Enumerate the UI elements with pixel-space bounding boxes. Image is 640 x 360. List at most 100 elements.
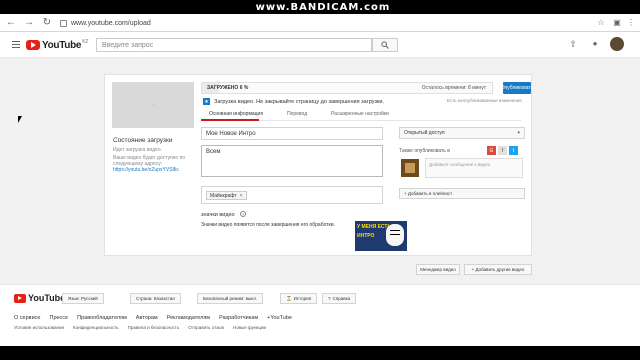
share-label: Также опубликовать в	[399, 148, 450, 154]
upload-notice: Загрузка видео. Не закрывайте страницу д…	[214, 99, 384, 105]
tag-remove-icon[interactable]: ×	[240, 193, 243, 199]
tab-basic-info[interactable]: Основная информация	[209, 111, 263, 117]
language-label: Язык: Русский	[68, 296, 98, 301]
publish-button[interactable]: Опубликовать	[501, 82, 533, 94]
extension-icon[interactable]: ▣	[612, 17, 622, 27]
custom-thumbnail[interactable]: У МЕНЯ ЕСТЬ ИНТРО	[355, 221, 407, 251]
upload-remaining-time: Осталось времени: 8 минут	[421, 85, 486, 91]
footer-link[interactable]: +YouTube	[267, 315, 292, 321]
tab-translation[interactable]: Перевод	[287, 111, 307, 117]
browser-window: ← → ↻ www.youtube.com/upload ☆ ▣ ⋮ YouTu…	[0, 14, 640, 346]
footer-link[interactable]: Новые функции	[233, 325, 266, 330]
footer-link[interactable]: Авторам	[136, 315, 158, 321]
video-icons-note: Значки видео появятся после завершения е…	[201, 222, 335, 228]
twitter-share-icon[interactable]: t	[509, 146, 518, 155]
upload-status-link-block: Ваше видео будет доступно по следующему …	[113, 155, 193, 173]
back-icon[interactable]: ←	[4, 16, 18, 30]
footer-link[interactable]: Правообладателям	[77, 315, 127, 321]
tag-label: Майнкрафт	[210, 192, 237, 199]
footer-links-secondary: Условия использования Конфиденциальность…	[14, 325, 266, 330]
upload-progress-bar: ЗАГРУЖЕНО 6 % Осталось времени: 8 минут	[201, 82, 493, 94]
footer-link[interactable]: Разработчикам	[219, 315, 258, 321]
bandicam-watermark: www.BANDICAM.com	[255, 1, 391, 13]
add-more-videos-button[interactable]: + Добавить другие видео	[464, 264, 532, 275]
upload-link-caption: Ваше видео будет доступно по следующему …	[113, 155, 186, 167]
footer-youtube-logo[interactable]: YouTube	[14, 293, 65, 303]
menu-icon[interactable]	[12, 41, 20, 48]
footer-link[interactable]: Конфиденциальность	[73, 325, 119, 330]
footer-logo-text: YouTube	[28, 293, 66, 303]
upload-progress-label: ЗАГРУЖЕНО 6 %	[207, 85, 249, 91]
info-icon: ★	[203, 98, 210, 105]
upload-card: ◦ Состояние загрузки Идет загрузка видео…	[104, 74, 533, 256]
safe-mode-button[interactable]: Безопасный режим: выкл.	[197, 293, 264, 304]
upload-status-title: Состояние загрузки	[113, 137, 173, 144]
privacy-value: Открытый доступ	[404, 130, 445, 136]
url-text: www.youtube.com/upload	[71, 19, 151, 27]
footer-link[interactable]: Отправить отзыв	[188, 325, 224, 330]
country-button[interactable]: Страна: Казахстан	[130, 293, 181, 304]
youtube-play-icon	[26, 40, 40, 50]
privacy-select[interactable]: Открытый доступ ▾	[399, 127, 525, 139]
tag-chip: Майнкрафт ×	[206, 191, 247, 200]
footer-link[interactable]: Прессе	[49, 315, 68, 321]
search-input[interactable]: Введите запрос	[96, 38, 372, 52]
search-button[interactable]	[372, 38, 398, 52]
unsaved-changes-note: Есть неопубликованные изменения.	[447, 98, 523, 103]
help-label: Справка	[332, 296, 351, 301]
logo-region: KZ	[82, 39, 89, 45]
bell-icon[interactable]: ●	[590, 39, 600, 49]
facebook-share-icon[interactable]: f	[498, 146, 507, 155]
share-message-field[interactable]: Добавьте сообщение к видео	[425, 158, 523, 178]
logo-text: YouTube	[42, 39, 82, 51]
url-field[interactable]: www.youtube.com/upload	[60, 17, 560, 29]
thumbnail-face-image	[386, 224, 404, 246]
language-button[interactable]: Язык: Русский	[62, 293, 104, 304]
footer: YouTube Язык: Русский Страна: Казахстан …	[0, 284, 640, 346]
screen-frame: www.BANDICAM.com ← → ↻ www.youtube.com/u…	[0, 0, 640, 360]
star-icon[interactable]: ☆	[596, 17, 606, 27]
youtube-logo[interactable]: YouTube KZ	[26, 39, 89, 51]
upload-tabs: Основная информация Перевод Расширенные …	[201, 109, 521, 121]
history-button[interactable]: ⌛ История	[280, 293, 318, 304]
footer-link[interactable]: О сервисе	[14, 315, 40, 321]
help-icon-footer: ?	[328, 296, 331, 301]
chevron-down-icon: ▾	[517, 130, 520, 136]
video-icons-heading: значки видео	[201, 212, 235, 218]
footer-play-icon	[14, 293, 26, 303]
title-field[interactable]: Мое Новое Интро	[201, 127, 383, 140]
tab-advanced[interactable]: Расширенные настройки	[331, 111, 389, 117]
footer-link[interactable]: Правила и безопасность	[128, 325, 180, 330]
tags-field[interactable]: Майнкрафт ×	[201, 186, 383, 204]
channel-avatar	[401, 159, 419, 177]
google-plus-share-icon[interactable]: G	[487, 146, 496, 155]
history-icon: ⌛	[286, 295, 292, 301]
menu-dots-icon[interactable]: ⋮	[626, 17, 636, 27]
lock-icon	[60, 19, 67, 27]
video-manager-button[interactable]: Менеджер видео	[416, 264, 460, 275]
safe-mode-label: Безопасный режим: выкл.	[203, 296, 258, 301]
add-to-playlist-button[interactable]: + Добавить в плейлист	[399, 188, 525, 199]
upload-icon[interactable]: ⇧	[568, 39, 578, 49]
video-thumbnail-placeholder: ◦	[112, 82, 194, 128]
upload-status-sub: Идет загрузка видео.	[113, 147, 163, 153]
description-field[interactable]: Всем	[201, 145, 383, 177]
footer-link[interactable]: Условия использования	[14, 325, 64, 330]
thumbnail-text-line-2: ИНТРО	[357, 233, 375, 239]
footer-link[interactable]: Рекламодателям	[167, 315, 210, 321]
upload-link-url[interactable]: https://youtu.be/nZupxYVS8ic	[113, 167, 179, 173]
help-button[interactable]: ? Справка	[322, 293, 357, 304]
avatar[interactable]	[610, 37, 624, 51]
youtube-header: YouTube KZ Введите запрос ⇧ ●	[0, 32, 640, 58]
history-label: История	[293, 296, 312, 301]
search-icon	[381, 41, 389, 49]
footer-links-primary: О сервисе Прессе Правообладателям Автора…	[14, 315, 292, 321]
country-label: Страна: Казахстан	[136, 296, 175, 301]
active-tab-indicator	[201, 119, 259, 121]
forward-icon[interactable]: →	[22, 16, 36, 30]
help-icon[interactable]: ?	[240, 211, 246, 217]
reload-icon[interactable]: ↻	[40, 16, 54, 30]
mouse-cursor-icon	[18, 116, 22, 123]
thumbnail-loading-icon: ◦	[151, 102, 155, 108]
address-bar-row: ← → ↻ www.youtube.com/upload ☆ ▣ ⋮	[0, 14, 640, 32]
